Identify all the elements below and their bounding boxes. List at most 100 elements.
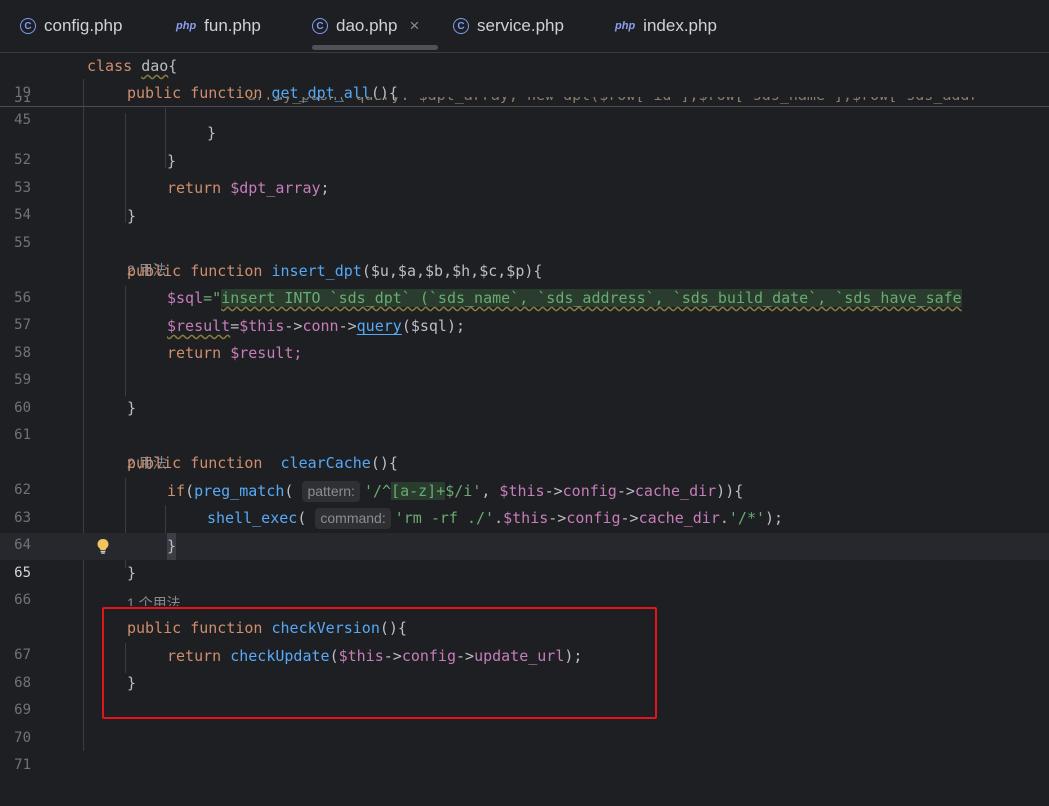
usage-hint-row: 2 用法 — [0, 230, 1049, 278]
class-name: dao — [141, 57, 169, 75]
punctuation: (){ — [370, 454, 398, 472]
arguments: ($sql); — [401, 317, 466, 335]
parameter-hint: command: — [315, 508, 391, 529]
active-tab-indicator — [312, 45, 438, 50]
code-line[interactable]: 71 — [0, 725, 1049, 773]
php-icon: php — [176, 20, 197, 32]
code-line[interactable]: 64 shell_exec( command:'rm -rf ./'.$this… — [0, 505, 1049, 553]
red-highlight-box — [102, 607, 657, 719]
string: '/^ — [363, 482, 392, 500]
c-class-icon: C — [453, 18, 469, 34]
variable: $result; — [230, 344, 303, 362]
code-line-current[interactable]: 65 } — [0, 533, 1049, 581]
tab-index-php[interactable]: php index.php — [615, 0, 717, 52]
string: 'rm -rf ./' — [394, 509, 495, 527]
brace-matched: } — [167, 533, 177, 560]
tab-label: index.php — [643, 16, 717, 35]
function-name: insert_dpt — [271, 262, 362, 280]
property: config — [566, 509, 621, 527]
code-line[interactable]: 57 $sql="insert INTO `sds_dpt` (`sds_nam… — [0, 285, 1049, 333]
line-number: 71 — [14, 757, 31, 773]
parameters: ($u,$a,$b,$h,$c,$p){ — [361, 262, 543, 280]
variable: $this — [499, 482, 545, 500]
editor-tab-bar: C config.php php fun.php C dao.php × C s… — [0, 0, 1049, 53]
string: $/i' — [445, 482, 482, 500]
brace: } — [127, 564, 137, 582]
punctuation: ; — [320, 179, 330, 197]
operator: -> — [338, 317, 357, 335]
lightbulb-icon[interactable] — [96, 538, 110, 554]
code-line[interactable]: 52 } — [0, 120, 1049, 168]
function-name: clearCache — [280, 454, 371, 472]
keyword: function — [190, 262, 263, 280]
variable: $sql — [167, 289, 204, 307]
keyword: class — [87, 57, 133, 75]
tab-label: fun.php — [204, 16, 261, 35]
punctuation: , — [481, 482, 500, 500]
function-call: preg_match — [194, 482, 285, 500]
regex-string: [a-z]+ — [391, 482, 446, 500]
line-number: 51 — [14, 97, 31, 106]
c-class-icon: C — [312, 18, 328, 34]
keyword: public — [127, 262, 182, 280]
sql-string: insert INTO `sds_dpt` (`sds_name`, `sds_… — [221, 289, 962, 307]
keyword: public — [127, 454, 182, 472]
property: config — [562, 482, 617, 500]
punctuation: )){ — [716, 482, 744, 500]
operator: -> — [616, 482, 635, 500]
sticky-header-divider — [0, 106, 1049, 107]
variable: $this — [503, 509, 549, 527]
code-text: array_push( query: $dpt_array, new dpt($… — [247, 97, 979, 109]
usage-hint-row: 1 个用法 — [0, 588, 1049, 606]
code-line[interactable]: 55 } — [0, 203, 1049, 251]
operator: . — [494, 509, 504, 527]
usage-hint-row: 2 用法 — [0, 423, 1049, 471]
operator: = — [230, 317, 240, 335]
punctuation: ); — [765, 509, 784, 527]
code-line-partial: 51 array_push( query: $dpt_array, new dp… — [0, 97, 1049, 111]
tab-service-php[interactable]: C service.php — [453, 0, 564, 52]
operator: . — [719, 509, 729, 527]
keyword: return — [167, 179, 222, 197]
variable: $this — [239, 317, 285, 335]
method-call: query — [356, 317, 402, 335]
operator: -> — [548, 509, 567, 527]
code-line[interactable]: 19 class dao{ — [0, 53, 1049, 101]
code-line[interactable]: 66 } — [0, 560, 1049, 608]
brace: } — [167, 152, 177, 170]
code-line[interactable]: 54 return $dpt_array; — [0, 175, 1049, 223]
tab-fun-php[interactable]: php fun.php — [176, 0, 261, 52]
usage-hint[interactable]: 1 个用法 — [127, 590, 181, 606]
string: =" — [203, 289, 222, 307]
property: conn — [302, 317, 339, 335]
variable: $dpt_array — [230, 179, 321, 197]
code-line[interactable]: 61 } — [0, 395, 1049, 443]
property: cache_dir — [634, 482, 717, 500]
keyword: function — [190, 454, 263, 472]
code-line[interactable]: 63 if(preg_match( pattern: '/^[a-z]+$/i',… — [0, 478, 1049, 526]
tab-config-php[interactable]: C config.php — [20, 0, 122, 52]
code-line[interactable]: 58 $result=$this->conn->query($sql); — [0, 313, 1049, 361]
code-line[interactable]: 62 public function clearCache(){ — [0, 450, 1049, 498]
property: cache_dir — [638, 509, 720, 527]
tab-label: service.php — [477, 16, 564, 35]
function-call: shell_exec — [207, 509, 298, 527]
punctuation: ( — [297, 509, 307, 527]
brace: { — [168, 57, 178, 75]
c-class-icon: C — [20, 18, 36, 34]
tab-label: dao.php — [336, 16, 398, 35]
operator: -> — [284, 317, 303, 335]
code-line[interactable]: 56 public function insert_dpt($u,$a,$b,$… — [0, 258, 1049, 306]
code-line[interactable]: 59 return $result; — [0, 340, 1049, 388]
operator: -> — [620, 509, 639, 527]
brace: } — [207, 124, 217, 142]
code-line[interactable]: 60 — [0, 368, 1049, 416]
punctuation: ( — [185, 482, 195, 500]
tab-dao-php[interactable]: C dao.php × — [312, 0, 438, 52]
tab-label: config.php — [44, 16, 123, 35]
brace: } — [127, 207, 137, 225]
variable: $result — [167, 317, 231, 335]
brace: } — [127, 399, 137, 417]
code-line[interactable]: 53 } — [0, 148, 1049, 196]
close-icon[interactable]: × — [409, 16, 419, 36]
